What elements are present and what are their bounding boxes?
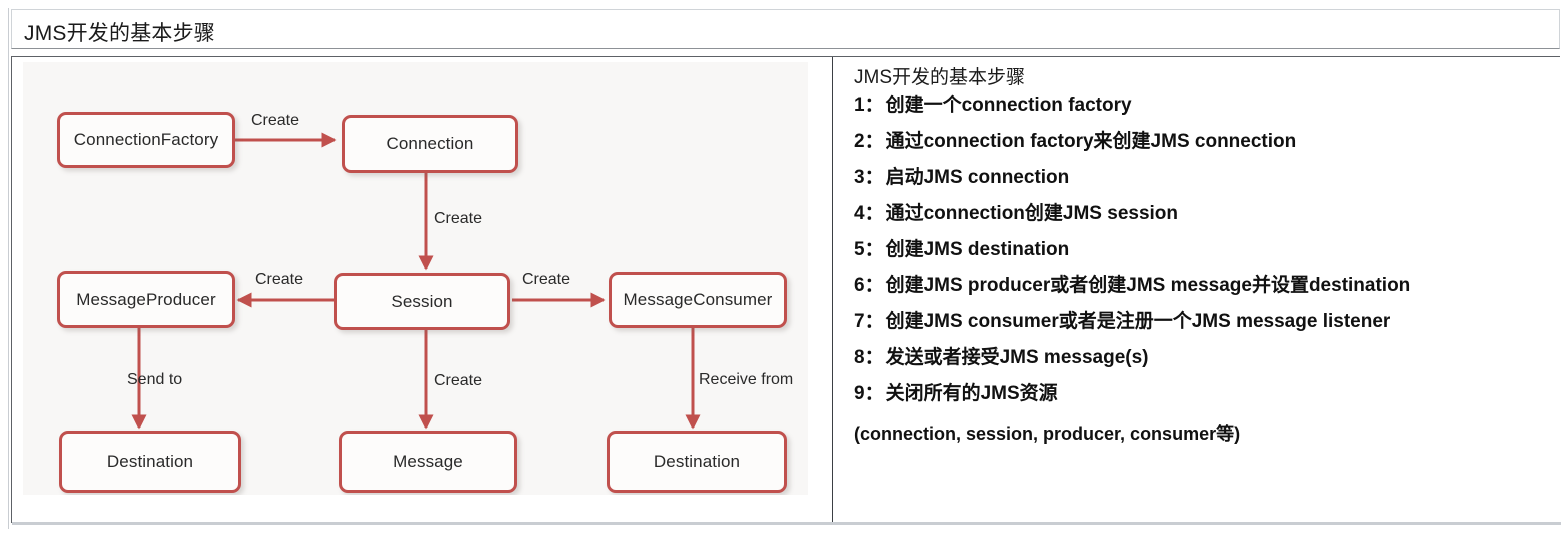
node-label: Destination xyxy=(653,452,741,471)
step-number: 9： xyxy=(854,383,884,404)
node-label: Connection xyxy=(386,134,474,153)
jms-flow-diagram: ConnectionFactory Connection MessageProd… xyxy=(23,62,808,495)
step-item-6: 6： 创建JMS producer或者创建JMS message并设置destin… xyxy=(854,276,1560,295)
step-text: 创建JMS producer或者创建JMS message并设置destinat… xyxy=(885,275,1411,296)
edge-label-consumer-to-destination: Receive from xyxy=(699,371,794,388)
node-label: MessageProducer xyxy=(76,289,216,309)
step-number: 3： xyxy=(854,167,884,188)
step-number: 7： xyxy=(854,311,884,332)
step-item-2: 2： 通过connection factory来创建JMS connection xyxy=(854,132,1560,151)
node-session[interactable]: Session xyxy=(334,273,510,330)
step-item-3: 3： 启动JMS connection xyxy=(854,168,1560,187)
page-root: JMS开发的基本步骤 ConnectionFactory Connection … xyxy=(0,0,1567,539)
edge-label-producer-to-destination: Send to xyxy=(127,371,183,388)
step-text: 关闭所有的JMS资源 xyxy=(885,383,1058,404)
step-number: 6： xyxy=(854,275,884,296)
steps-heading: JMS开发的基本步骤 xyxy=(854,67,1026,88)
steps-note: (connection, session, producer, consumer… xyxy=(854,424,1241,444)
steps-panel: JMS开发的基本步骤 1： 创建一个connection factory 2： 通过… xyxy=(844,57,1560,522)
step-number: 2： xyxy=(854,131,884,152)
step-number: 8： xyxy=(854,347,884,368)
step-item-9: 9： 关闭所有的JMS资源 xyxy=(854,384,1560,403)
step-number: 1： xyxy=(854,95,884,116)
edge-label-cf-to-connection: Create xyxy=(251,112,300,129)
node-destination-right[interactable]: Destination xyxy=(607,431,787,493)
page-title-bar: JMS开发的基本步骤 xyxy=(11,9,1560,49)
node-label: MessageConsumer xyxy=(623,290,773,309)
edge-label-session-to-message: Create xyxy=(434,372,483,389)
node-label: ConnectionFactory xyxy=(73,130,219,149)
node-label: Session xyxy=(391,291,453,311)
panel-divider xyxy=(832,57,833,522)
step-text: 发送或者接受JMS message(s) xyxy=(885,347,1149,368)
node-label: Destination xyxy=(106,452,194,471)
step-item-7: 7： 创建JMS consumer或者是注册一个JMS message liste… xyxy=(854,312,1560,331)
node-message[interactable]: Message xyxy=(339,431,517,493)
left-margin-rail xyxy=(0,8,9,529)
node-message-producer[interactable]: MessageProducer xyxy=(57,271,235,328)
step-item-1: 1： 创建一个connection factory xyxy=(854,96,1560,115)
edge-label-session-to-consumer: Create xyxy=(522,271,571,288)
edge-label-connection-to-session: Create xyxy=(434,210,483,227)
node-connection[interactable]: Connection xyxy=(342,115,518,173)
step-text: 启动JMS connection xyxy=(885,167,1070,188)
node-destination-left[interactable]: Destination xyxy=(59,431,241,493)
step-number: 4： xyxy=(854,203,884,224)
edge-label-session-to-producer: Create xyxy=(255,271,304,288)
node-message-consumer[interactable]: MessageConsumer xyxy=(609,272,787,328)
node-connection-factory[interactable]: ConnectionFactory xyxy=(57,112,235,168)
step-item-8: 8： 发送或者接受JMS message(s) xyxy=(854,348,1560,367)
node-label: Message xyxy=(393,452,463,471)
step-text: 创建一个connection factory xyxy=(885,95,1132,116)
step-item-5: 5： 创建JMS destination xyxy=(854,240,1560,259)
step-text: 通过connection创建JMS session xyxy=(885,203,1179,224)
step-text: 通过connection factory来创建JMS connection xyxy=(885,131,1297,152)
step-text: 创建JMS consumer或者是注册一个JMS message listene… xyxy=(885,311,1391,332)
content-frame: ConnectionFactory Connection MessageProd… xyxy=(11,56,1561,525)
page-title: JMS开发的基本步骤 xyxy=(24,22,215,45)
step-text: 创建JMS destination xyxy=(885,239,1070,260)
step-number: 5： xyxy=(854,239,884,260)
step-item-4: 4： 通过connection创建JMS session xyxy=(854,204,1560,223)
